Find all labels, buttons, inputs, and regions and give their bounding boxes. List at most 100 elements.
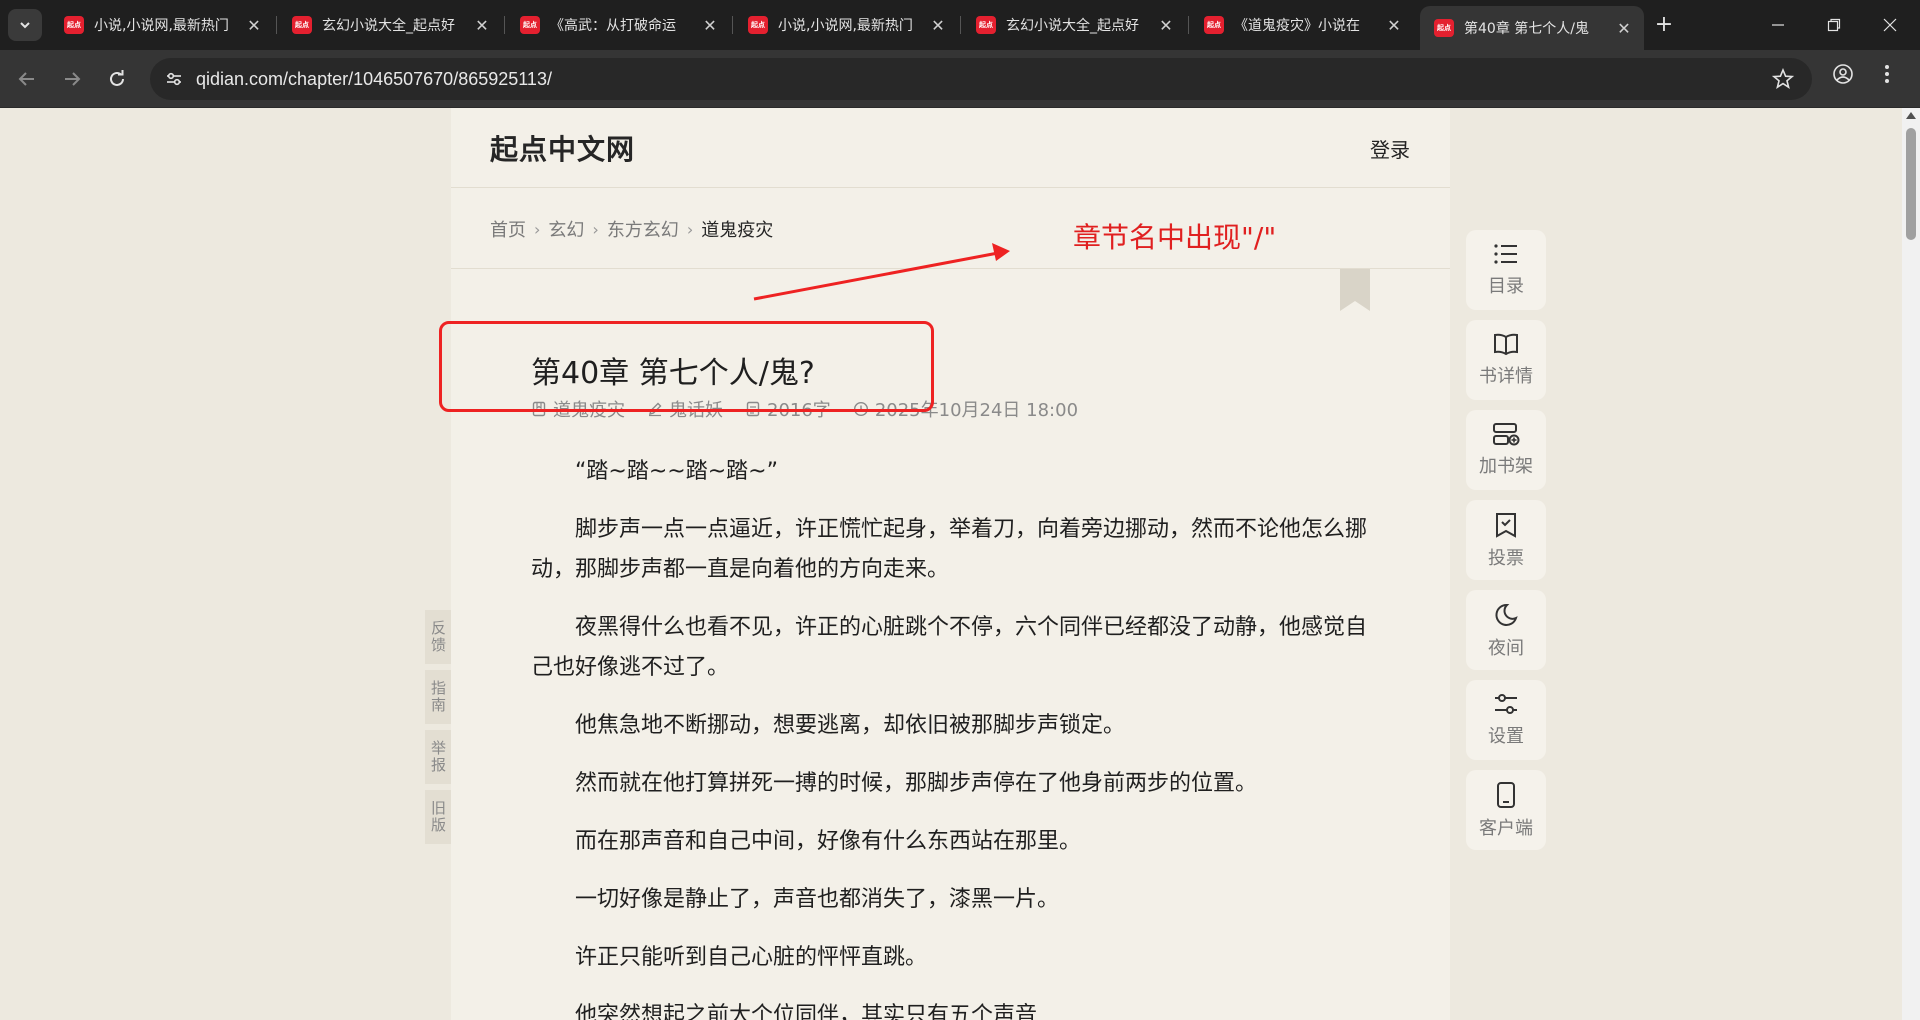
book-details-button[interactable]: 书详情: [1466, 320, 1546, 400]
book-details-label: 书详情: [1479, 366, 1533, 387]
scroll-up-arrow-icon[interactable]: [1906, 112, 1916, 119]
add-to-shelf-button[interactable]: 加书架: [1466, 410, 1546, 490]
settings-label: 设置: [1488, 726, 1524, 747]
vote-label: 投票: [1488, 548, 1524, 569]
guide-tab[interactable]: 指南: [425, 670, 451, 724]
phone-icon: [1497, 782, 1515, 808]
tab-divider: [1188, 16, 1189, 34]
tab-title: 玄幻小说大全_起点好: [322, 18, 455, 34]
tab-divider: [960, 16, 961, 34]
browser-tab-active[interactable]: 起点 第40章 第七个人/鬼 ✕: [1420, 6, 1644, 50]
arrow-right-icon: [65, 72, 81, 86]
browser-tab[interactable]: 起点 玄幻小说大全_起点好 ✕: [278, 8, 502, 42]
night-mode-button[interactable]: 夜间: [1466, 590, 1546, 670]
old-version-tab[interactable]: 旧版: [425, 790, 451, 844]
qidian-favicon-icon: 起点: [1204, 16, 1224, 34]
client-app-button[interactable]: 客户端: [1466, 770, 1546, 850]
paragraph: 他焦急地不断挪动，想要逃离，却依旧被那脚步声锁定。: [575, 713, 1126, 738]
vote-button[interactable]: 投票: [1466, 500, 1546, 580]
bookmark-star-button[interactable]: [1771, 67, 1795, 94]
profile-button[interactable]: [1832, 63, 1854, 89]
add-to-shelf-label: 加书架: [1479, 456, 1533, 477]
new-tab-button[interactable]: +: [1650, 12, 1678, 40]
catalog-button[interactable]: 目录: [1466, 230, 1546, 310]
sliders-icon: [1495, 694, 1517, 714]
browser-menu-button[interactable]: [1876, 63, 1898, 89]
qidian-favicon-icon: 起点: [748, 16, 768, 34]
close-icon[interactable]: ✕: [1614, 19, 1634, 38]
browser-tab[interactable]: 起点 《高武：从打破命运 ✕: [506, 8, 730, 42]
shelf-add-icon: [1493, 423, 1520, 446]
browser-tab[interactable]: 起点 《道鬼疫灾》小说在 ✕: [1190, 8, 1414, 42]
tab-divider: [732, 16, 733, 34]
annotation-text: 章节名中出现"/": [1073, 221, 1277, 254]
page-viewport: 起点中文网 登录 首页 › 玄幻 › 东方玄幻 › 道鬼疫灾 第40章 第七个人…: [0, 108, 1902, 1020]
settings-button[interactable]: 设置: [1466, 680, 1546, 760]
chapter-content: “踏~踏~~踏~踏~” 脚步声一点一点逼近，许正慌忙起身，举着刀，向着旁边挪动，…: [531, 452, 1371, 1020]
tab-search-button[interactable]: [8, 9, 42, 41]
tab-title: 小说,小说网,最新热门: [778, 18, 913, 34]
report-tab[interactable]: 举报: [425, 730, 451, 784]
paragraph: 而在那声音和自己中间，好像有什么东西站在那里。: [575, 829, 1082, 854]
more-vertical-icon: [1885, 65, 1889, 83]
feedback-tab[interactable]: 反馈: [425, 610, 451, 664]
paragraph: 他突然想起之前大个位同伴，其实只有五个声音: [575, 1003, 1038, 1020]
paragraph: 许正只能听到自己心脏的怦怦直跳。: [575, 945, 928, 970]
close-icon[interactable]: ✕: [472, 16, 492, 35]
browser-tab[interactable]: 起点 小说,小说网,最新热门 ✕: [50, 8, 274, 42]
paragraph: 脚步声一点一点逼近，许正慌忙起身，举着刀，向着旁边挪动，然而不论他怎么挪动，那脚…: [531, 517, 1368, 582]
url-text[interactable]: qidian.com/chapter/1046507670/865925113/: [196, 69, 552, 90]
reload-icon: [110, 70, 124, 86]
back-button[interactable]: [11, 63, 43, 95]
tab-title: 《高武：从打破命运: [550, 18, 676, 34]
close-window-button[interactable]: [1860, 0, 1920, 50]
address-bar[interactable]: qidian.com/chapter/1046507670/865925113/: [150, 58, 1812, 100]
minimize-icon: [1772, 24, 1784, 26]
close-icon[interactable]: ✕: [700, 16, 720, 35]
minimize-button[interactable]: [1748, 0, 1808, 50]
tab-title: 小说,小说网,最新热门: [94, 18, 229, 34]
close-icon[interactable]: ✕: [244, 16, 264, 35]
tab-divider: [276, 16, 277, 34]
moon-icon: [1495, 603, 1518, 626]
restore-button[interactable]: [1804, 0, 1864, 50]
qidian-favicon-icon: 起点: [64, 16, 84, 34]
tab-divider: [504, 16, 505, 34]
site-info-button[interactable]: [160, 65, 188, 93]
close-icon[interactable]: ✕: [1384, 16, 1404, 35]
paragraph: 一切好像是静止了，声音也都消失了，漆黑一片。: [575, 887, 1060, 912]
browser-tab[interactable]: 起点 玄幻小说大全_起点好 ✕: [962, 8, 1186, 42]
paragraph: 然而就在他打算拼死一搏的时候，那脚步声停在了他身前两步的位置。: [575, 771, 1258, 796]
arrow-left-icon: [18, 72, 34, 86]
close-icon[interactable]: ✕: [928, 16, 948, 35]
tab-title: 第40章 第七个人/鬼: [1464, 21, 1589, 37]
tab-title: 玄幻小说大全_起点好: [1006, 18, 1139, 34]
close-icon: [1883, 18, 1897, 32]
night-mode-label: 夜间: [1488, 638, 1524, 659]
client-app-label: 客户端: [1479, 818, 1533, 839]
qidian-favicon-icon: 起点: [976, 16, 996, 34]
bookmark-icon[interactable]: [1338, 269, 1372, 313]
vote-icon: [1496, 513, 1516, 538]
chevron-down-icon: [20, 22, 30, 29]
book-open-icon: [1494, 333, 1518, 356]
close-icon[interactable]: ✕: [1156, 16, 1176, 35]
page-scrollbar[interactable]: [1902, 108, 1920, 1020]
tab-strip: 起点 小说,小说网,最新热门 ✕ 起点 玄幻小说大全_起点好 ✕ 起点 《高武：…: [0, 0, 1920, 50]
annotation-highlight-box: [439, 321, 934, 412]
qidian-favicon-icon: 起点: [520, 16, 540, 34]
star-icon: [1771, 67, 1795, 89]
paragraph: 夜黑得什么也看不见，许正的心脏跳个不停，六个同伴已经都没了动静，他感觉自己也好像…: [531, 615, 1368, 680]
tune-icon: [167, 72, 181, 86]
login-link[interactable]: 登录: [1370, 134, 1410, 163]
tab-title: 《道鬼疫灾》小说在: [1234, 18, 1360, 34]
forward-button[interactable]: [56, 63, 88, 95]
reload-button[interactable]: [101, 63, 133, 95]
catalog-label: 目录: [1488, 276, 1524, 297]
qidian-favicon-icon: 起点: [292, 16, 312, 34]
account-icon: [1833, 64, 1853, 84]
browser-tab[interactable]: 起点 小说,小说网,最新热门 ✕: [734, 8, 958, 42]
qidian-favicon-icon: 起点: [1434, 19, 1454, 37]
scroll-thumb[interactable]: [1906, 128, 1916, 240]
browser-toolbar: qidian.com/chapter/1046507670/865925113/: [0, 50, 1920, 108]
